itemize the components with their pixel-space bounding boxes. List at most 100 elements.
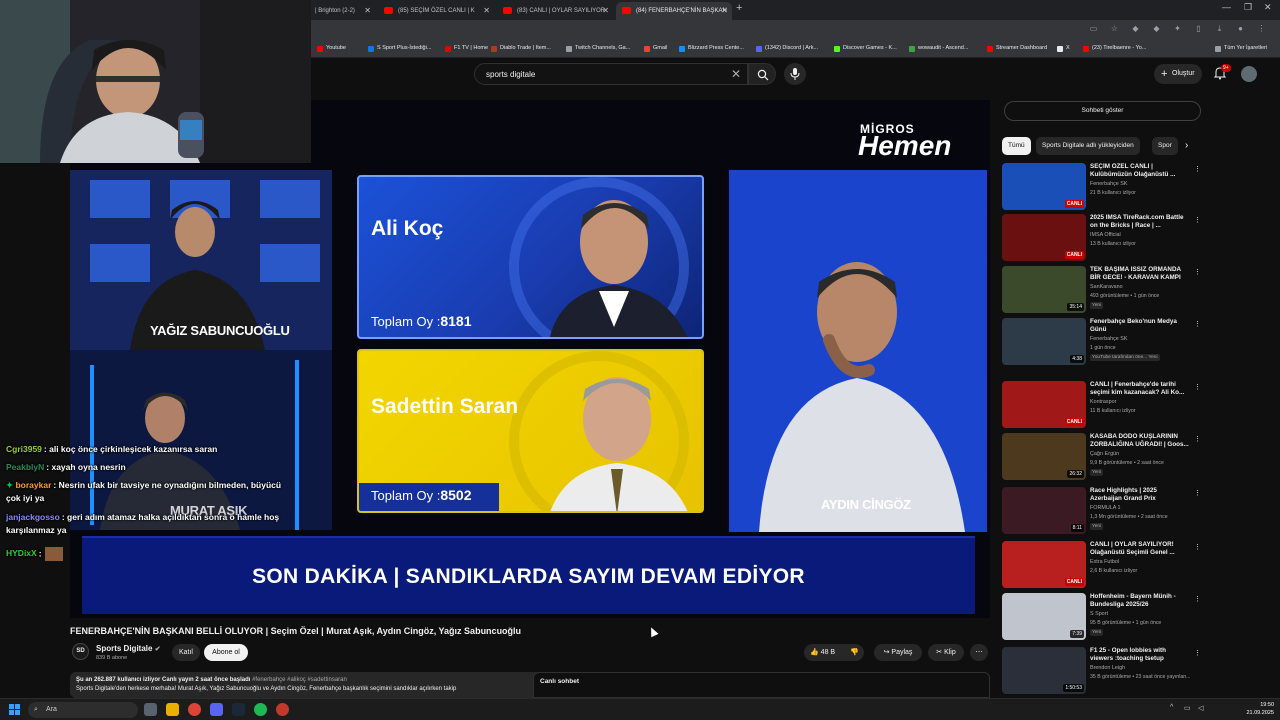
video-thumbnail[interactable]: 4:38 bbox=[1002, 318, 1086, 365]
recommendation-channel[interactable]: Çağrı Ergün bbox=[1090, 451, 1119, 457]
recommendation-title[interactable]: KASABA DODO KUŞLARININ ZORBALIĞINA UĞRAD… bbox=[1090, 433, 1190, 449]
recommendation-title[interactable]: 2025 IMSA TireRack.com Battle on the Bri… bbox=[1090, 214, 1190, 230]
recommendation-channel[interactable]: Extra Futbol bbox=[1090, 559, 1119, 565]
video-thumbnail[interactable]: CANLI bbox=[1002, 163, 1086, 210]
recommendation-item[interactable]: 4:38 Fenerbahçe Beko'nun Medya Günü Fenerb… bbox=[1002, 318, 1201, 368]
recommendation-title[interactable]: CANLI | OYLAR SAYILIYOR! Olağanüstü Seçi… bbox=[1090, 541, 1190, 557]
steam-icon[interactable] bbox=[232, 703, 245, 716]
bookmark[interactable]: (23) Tirelbaenre - Yo... bbox=[1083, 45, 1146, 52]
more-options-icon[interactable]: ⋮ bbox=[1194, 489, 1201, 497]
network-icon[interactable]: ▭ bbox=[1184, 704, 1191, 712]
recommendation-channel[interactable]: Kontraspor bbox=[1090, 399, 1116, 405]
windows-start-icon[interactable] bbox=[9, 704, 20, 715]
bookmark[interactable]: wowaudit - Ascend... bbox=[909, 45, 968, 52]
tab-secim-ozel[interactable]: (85) SEÇİM ÖZEL CANLI | K ✕ bbox=[378, 2, 494, 20]
extensions-puzzle-icon[interactable]: ✦ bbox=[1173, 24, 1182, 33]
join-button[interactable]: Katıl bbox=[172, 644, 200, 661]
recommendation-item[interactable]: CANLI CANLI | OYLAR SAYILIYOR! Olağanüstü… bbox=[1002, 541, 1201, 591]
account-avatar[interactable] bbox=[1241, 66, 1257, 82]
more-actions-button[interactable]: ⋯ bbox=[970, 644, 988, 661]
recommendation-channel[interactable]: S Sport bbox=[1090, 611, 1108, 617]
more-options-icon[interactable]: ⋮ bbox=[1194, 435, 1201, 443]
chip-all[interactable]: Tümü bbox=[1002, 137, 1031, 155]
extension-icon[interactable]: ◆ bbox=[1152, 24, 1161, 33]
bookmark[interactable]: S Sport Plus-İstediği... bbox=[368, 45, 431, 52]
tab-brighton[interactable]: | Brighton (2-2) ✕ bbox=[311, 2, 375, 20]
recommendation-title[interactable]: TEK BAŞIMA ISSIZ ORMANDA BİR GECE! - KAR… bbox=[1090, 266, 1190, 282]
close-icon[interactable]: ✕ bbox=[364, 2, 371, 20]
recommendation-item[interactable]: CANLI SEÇİM ÖZEL CANLI | Kulübümüzün Olağ… bbox=[1002, 163, 1201, 213]
more-options-icon[interactable]: ⋮ bbox=[1194, 216, 1201, 224]
sidebar-icon[interactable]: ▯ bbox=[1194, 24, 1203, 33]
search-button[interactable] bbox=[748, 63, 776, 85]
more-options-icon[interactable]: ⋮ bbox=[1194, 268, 1201, 276]
recommendation-item[interactable]: 26:32 KASABA DODO KUŞLARININ ZORBALIĞINA … bbox=[1002, 433, 1201, 483]
recommendation-item[interactable]: CANLI 2025 IMSA TireRack.com Battle on th… bbox=[1002, 214, 1201, 264]
bookmark[interactable]: Gmail bbox=[644, 45, 667, 52]
discord-icon[interactable] bbox=[210, 703, 223, 716]
more-options-icon[interactable]: ⋮ bbox=[1194, 383, 1201, 391]
bookmark[interactable]: Twitch Channels, Ga... bbox=[566, 45, 630, 52]
close-icon[interactable]: ✕ bbox=[483, 2, 490, 20]
tab-oylar-sayiliyor[interactable]: (83) CANLI | OYLAR SAYILIYOR ✕ bbox=[497, 2, 613, 20]
show-chat-button[interactable]: Sohbeti göster bbox=[1004, 101, 1201, 121]
recommendation-item[interactable]: 8:11 Race Highlights | 2025 Azerbaijan Gr… bbox=[1002, 487, 1201, 537]
recommendation-item[interactable]: 35:14 TEK BAŞIMA ISSIZ ORMANDA BİR GECE! … bbox=[1002, 266, 1201, 316]
recommendation-title[interactable]: Fenerbahçe Beko'nun Medya Günü bbox=[1090, 318, 1190, 334]
install-icon[interactable]: ▭ bbox=[1089, 24, 1098, 33]
maximize-icon[interactable]: ❐ bbox=[1244, 2, 1252, 13]
chip-from-channel[interactable]: Sports Digitale adlı yükleyiciden bbox=[1036, 137, 1140, 155]
tray-chevron-icon[interactable]: ^ bbox=[1170, 704, 1173, 711]
recommendation-title[interactable]: CANLI | Fenerbahçe'de tarihi seçimi kim … bbox=[1090, 381, 1190, 397]
recommendation-item[interactable]: CANLI CANLI | Fenerbahçe'de tarihi seçimi… bbox=[1002, 381, 1201, 431]
bookmark-star-icon[interactable]: ☆ bbox=[1110, 24, 1119, 33]
recommendation-channel[interactable]: FORMULA 1 bbox=[1090, 505, 1121, 511]
obs-icon[interactable] bbox=[276, 703, 289, 716]
share-button[interactable]: ↪ Paylaş bbox=[874, 644, 922, 661]
create-button[interactable]: + Oluştur bbox=[1154, 64, 1202, 84]
video-thumbnail[interactable]: CANLI bbox=[1002, 214, 1086, 261]
menu-icon[interactable]: ⋮ bbox=[1257, 24, 1266, 33]
profile-icon[interactable]: ● bbox=[1236, 24, 1245, 33]
subscribe-button[interactable]: Abone ol bbox=[204, 644, 248, 661]
download-icon[interactable]: ⤓ bbox=[1215, 24, 1224, 33]
minimize-icon[interactable]: — bbox=[1222, 2, 1231, 12]
taskbar-search[interactable]: ⌕ Ara bbox=[28, 702, 138, 718]
recommendation-channel[interactable]: Fenerbahçe SK bbox=[1090, 336, 1127, 342]
bookmark[interactable]: Discover Games - K... bbox=[834, 45, 897, 52]
recommendation-channel[interactable]: SanKaravano bbox=[1090, 284, 1123, 290]
video-thumbnail[interactable]: 7:39 bbox=[1002, 593, 1086, 640]
video-player[interactable]: YAĞIZ SABUNCUOĞLU MURAT AŞIK MİGROS Heme… bbox=[70, 100, 990, 618]
new-tab-icon[interactable]: + bbox=[736, 2, 742, 14]
search-input[interactable]: sports digitale ✕ bbox=[474, 63, 748, 85]
address-bar[interactable]: ▭ ☆ ◆ ◆ ✦ ▯ ⤓ ● ⋮ bbox=[311, 20, 1280, 42]
like-button[interactable]: 👍 48 B bbox=[810, 649, 835, 656]
description-box[interactable]: Şu an 262.887 kullanıcı izliyor Canlı ya… bbox=[70, 672, 554, 698]
tab-fenerbahce-baskan[interactable]: (84) FENERBAHÇE'NİN BAŞKAN ✕ bbox=[616, 2, 732, 20]
file-explorer-icon[interactable] bbox=[166, 703, 179, 716]
video-thumbnail[interactable]: 35:14 bbox=[1002, 266, 1086, 313]
video-thumbnail[interactable]: 26:32 bbox=[1002, 433, 1086, 480]
recommendation-title[interactable]: Hoffenheim - Bayern Münih - Bundesliga 2… bbox=[1090, 593, 1190, 609]
recommendation-title[interactable]: Race Highlights | 2025 Azerbaijan Grand … bbox=[1090, 487, 1190, 503]
video-thumbnail[interactable]: 1:50:53 bbox=[1002, 647, 1086, 694]
clear-icon[interactable]: ✕ bbox=[731, 67, 741, 81]
recommendation-item[interactable]: 7:39 Hoffenheim - Bayern Münih - Bundesli… bbox=[1002, 593, 1201, 643]
bookmark[interactable]: F1 TV | Home bbox=[445, 45, 488, 52]
recommendation-title[interactable]: F1 25 - Open lobbies with viewers :toach… bbox=[1090, 647, 1190, 663]
clip-button[interactable]: ✂ Klip bbox=[928, 644, 964, 661]
bookmark[interactable]: (1342) Discord | Ark... bbox=[756, 45, 818, 52]
recommendation-channel[interactable]: IMSA Official bbox=[1090, 232, 1121, 238]
extension-icon[interactable]: ◆ bbox=[1131, 24, 1140, 33]
channel-name[interactable]: Sports Digitale ✔ bbox=[96, 644, 161, 653]
live-chat-panel[interactable]: Canlı sohbet bbox=[533, 672, 990, 698]
more-options-icon[interactable]: ⋮ bbox=[1194, 320, 1201, 328]
channel-avatar[interactable]: SD bbox=[72, 643, 89, 660]
more-options-icon[interactable]: ⋮ bbox=[1194, 649, 1201, 657]
more-options-icon[interactable]: ⋮ bbox=[1194, 543, 1201, 551]
speaker-icon[interactable]: ◁ bbox=[1198, 704, 1203, 712]
recommendation-channel[interactable]: Brendon Leigh bbox=[1090, 665, 1125, 671]
close-icon[interactable]: ✕ bbox=[721, 2, 728, 20]
more-options-icon[interactable]: ⋮ bbox=[1194, 165, 1201, 173]
video-thumbnail[interactable]: CANLI bbox=[1002, 381, 1086, 428]
